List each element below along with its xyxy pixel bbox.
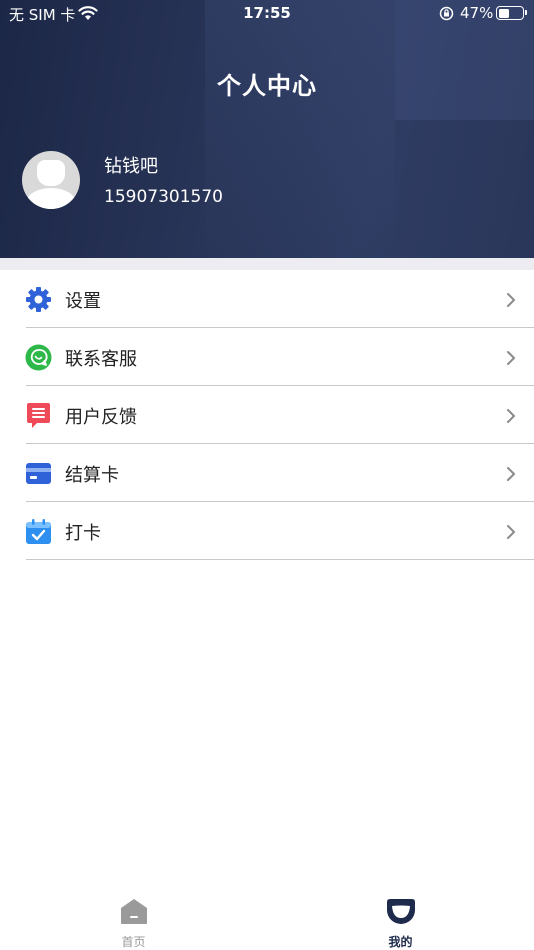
battery-percent: 47% [460, 4, 494, 22]
avatar-body-shape [26, 188, 76, 209]
profile-header: 无 SIM 卡 17:55 47% 个人中心 钻钱吧 15907301570 [0, 0, 534, 258]
tab-home[interactable]: 首页 [0, 890, 267, 950]
menu-label: 结算卡 [65, 465, 119, 486]
calendar-check-icon [25, 518, 52, 545]
user-name: 钻钱吧 [104, 156, 158, 177]
chevron-right-icon [506, 408, 516, 424]
tab-label: 首页 [121, 935, 146, 949]
bottom-tab-bar: 首页 我的 [0, 890, 534, 950]
user-phone: 15907301570 [104, 187, 223, 207]
menu-label: 打卡 [65, 523, 101, 544]
chevron-right-icon [506, 292, 516, 308]
section-gap [0, 258, 534, 270]
menu-item-feedback[interactable]: 用户反馈 [0, 386, 534, 444]
chevron-right-icon [506, 524, 516, 540]
rotation-lock-icon [439, 6, 454, 25]
menu-label: 联系客服 [65, 349, 137, 370]
page-title: 个人中心 [217, 72, 317, 100]
profile-icon [386, 896, 416, 926]
battery-icon [496, 6, 527, 20]
menu-label: 用户反馈 [65, 407, 137, 428]
status-bar: 无 SIM 卡 17:55 47% [0, 0, 534, 28]
menu-item-check-in[interactable]: 打卡 [0, 502, 534, 560]
chat-icon [25, 344, 52, 371]
menu-item-contact-support[interactable]: 联系客服 [0, 328, 534, 386]
menu-item-settings[interactable]: 设置 [0, 270, 534, 328]
settings-menu: 设置 联系客服 用户反馈 结算卡 打卡 [0, 270, 534, 560]
menu-label: 设置 [65, 291, 101, 312]
chevron-right-icon [506, 466, 516, 482]
divider [26, 558, 534, 560]
gear-icon [25, 286, 52, 313]
card-icon [25, 460, 52, 487]
menu-item-settlement-card[interactable]: 结算卡 [0, 444, 534, 502]
tab-label: 我的 [388, 935, 413, 949]
avatar[interactable] [22, 151, 80, 209]
home-icon [119, 896, 149, 926]
tab-mine[interactable]: 我的 [267, 890, 534, 950]
feedback-icon [25, 402, 52, 429]
chevron-right-icon [506, 350, 516, 366]
avatar-head-shape [37, 160, 65, 186]
